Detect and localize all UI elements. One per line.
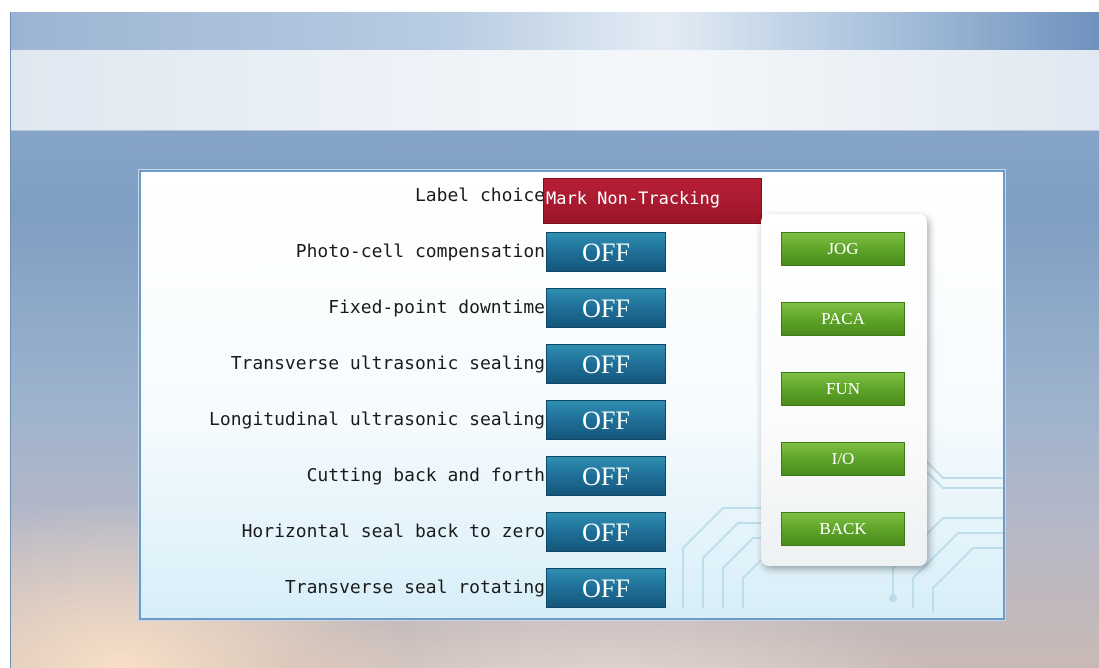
label-choice-selector[interactable]: Mark Non-Tracking bbox=[543, 178, 762, 224]
top-strip bbox=[11, 12, 1099, 50]
setting-row-transverse-rotating: Transverse seal rotating OFF bbox=[141, 568, 681, 608]
setting-label: Cutting back and forth bbox=[306, 465, 545, 486]
jog-button[interactable]: JOG bbox=[781, 232, 905, 266]
setting-row-fixed-point: Fixed-point downtime OFF bbox=[141, 288, 681, 328]
setting-row-cutting: Cutting back and forth OFF bbox=[141, 456, 681, 496]
navigation-menu: JOG PACA FUN I/O BACK bbox=[761, 214, 927, 566]
label-choice-label: Label choice bbox=[414, 185, 545, 206]
setting-row-photo-cell: Photo-cell compensation OFF bbox=[141, 232, 681, 272]
setting-row-horizontal-seal: Horizontal seal back to zero OFF bbox=[141, 512, 681, 552]
io-button[interactable]: I/O bbox=[781, 442, 905, 476]
horizontal-seal-back-to-zero-toggle[interactable]: OFF bbox=[546, 512, 666, 552]
longitudinal-ultrasonic-sealing-toggle[interactable]: OFF bbox=[546, 400, 666, 440]
fun-button[interactable]: FUN bbox=[781, 372, 905, 406]
fixed-point-downtime-toggle[interactable]: OFF bbox=[546, 288, 666, 328]
cutting-back-and-forth-toggle[interactable]: OFF bbox=[546, 456, 666, 496]
settings-panel: Label choice Mark Non-Tracking Photo-cel… bbox=[139, 170, 1005, 620]
header-band bbox=[11, 50, 1099, 131]
paca-button[interactable]: PACA bbox=[781, 302, 905, 336]
setting-label: Transverse ultrasonic sealing bbox=[230, 353, 545, 374]
setting-row-longitudinal-ultrasonic: Longitudinal ultrasonic sealing OFF bbox=[141, 400, 681, 440]
hmi-screen: Label choice Mark Non-Tracking Photo-cel… bbox=[10, 12, 1099, 668]
photo-cell-compensation-toggle[interactable]: OFF bbox=[546, 232, 666, 272]
transverse-seal-rotating-toggle[interactable]: OFF bbox=[546, 568, 666, 608]
setting-label: Transverse seal rotating bbox=[284, 577, 545, 598]
setting-label: Photo-cell compensation bbox=[295, 241, 545, 262]
setting-label: Fixed-point downtime bbox=[328, 297, 545, 318]
label-choice-row: Label choice Mark Non-Tracking bbox=[141, 176, 762, 224]
setting-label: Horizontal seal back to zero bbox=[241, 521, 545, 542]
setting-row-transverse-ultrasonic: Transverse ultrasonic sealing OFF bbox=[141, 344, 681, 384]
setting-label: Longitudinal ultrasonic sealing bbox=[209, 409, 545, 430]
back-button[interactable]: BACK bbox=[781, 512, 905, 546]
transverse-ultrasonic-sealing-toggle[interactable]: OFF bbox=[546, 344, 666, 384]
